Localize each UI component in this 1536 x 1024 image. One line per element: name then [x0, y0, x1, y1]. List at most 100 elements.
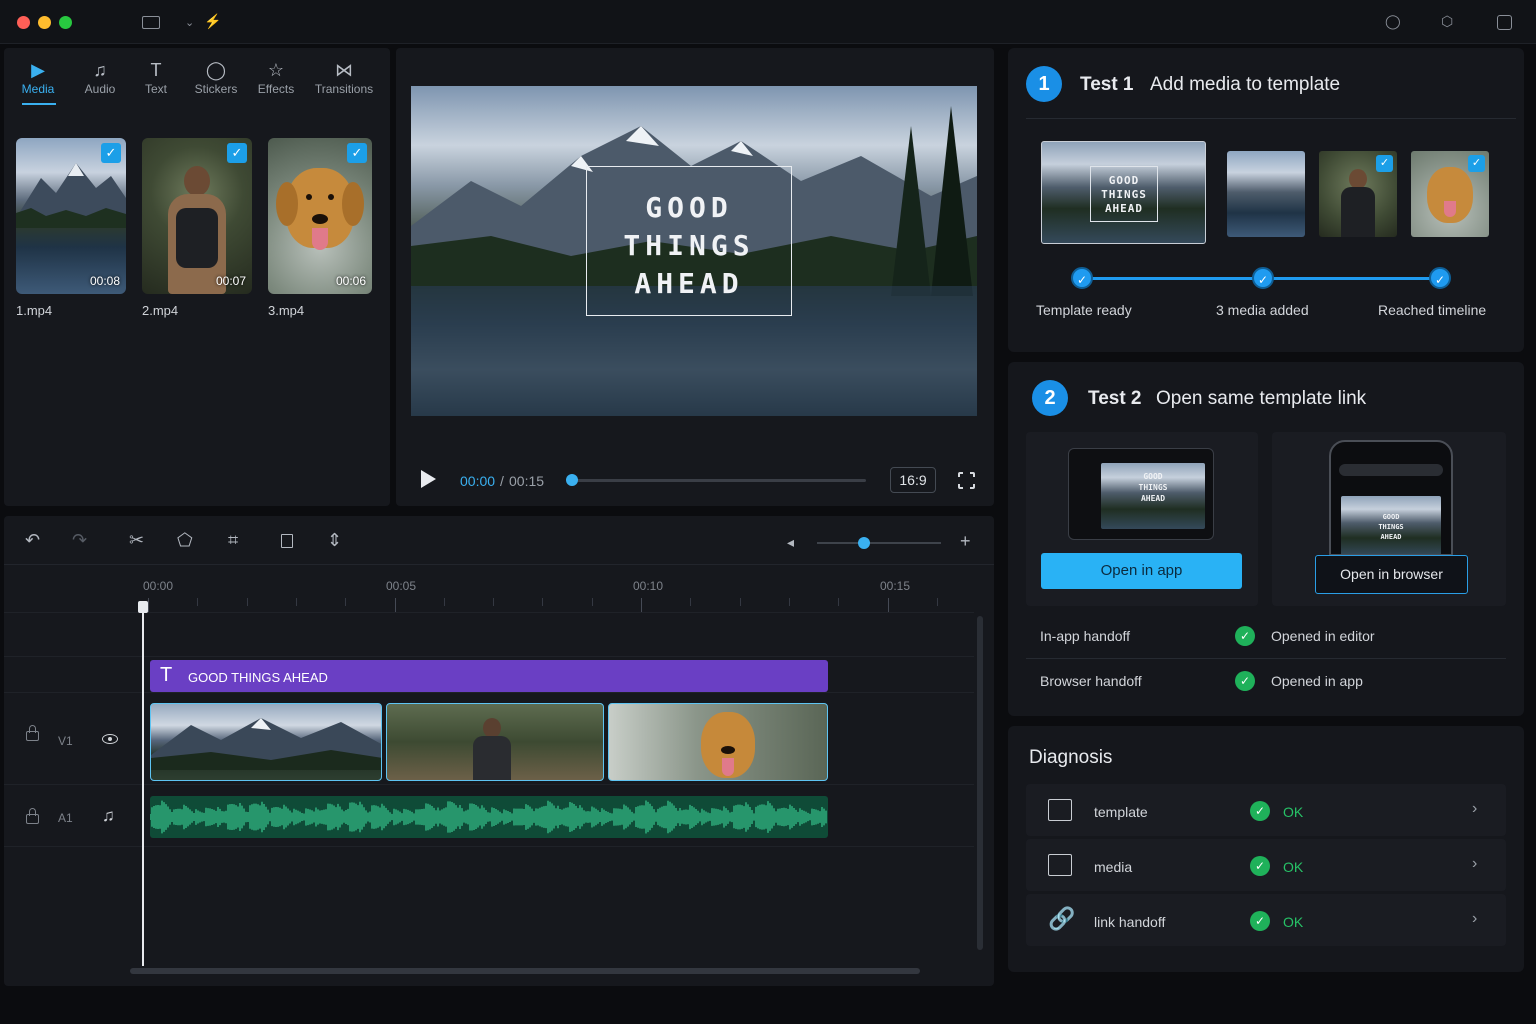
template-line: AHEAD: [1104, 202, 1144, 215]
dog-ear-left: [276, 182, 298, 226]
chevron-right-icon[interactable]: ›: [1472, 910, 1477, 928]
play-icon[interactable]: [421, 470, 436, 488]
media-thumb-3[interactable]: ✓ 00:06: [268, 138, 372, 294]
desktop-app-mock: GOOD THINGS AHEAD: [1068, 448, 1214, 540]
overlay-line: THINGS: [623, 229, 755, 262]
progress-knob[interactable]: [566, 474, 578, 486]
backpack-graphic: [1341, 187, 1375, 237]
media-filename: 1.mp4: [16, 303, 53, 318]
ruler-label: 00:00: [143, 579, 174, 593]
template-thumbnail[interactable]: GOOD THINGS AHEAD: [1041, 141, 1206, 244]
mock-line: GOOD: [1143, 472, 1163, 481]
diagnosis-row[interactable]: template ✓ OK ›: [1026, 784, 1506, 836]
video-clip-1[interactable]: [150, 703, 382, 781]
zoom-in-icon[interactable]: +: [960, 531, 971, 552]
tab-audio[interactable]: ♫ Audio: [70, 58, 130, 96]
checkbox-checked-icon[interactable]: ✓: [1468, 155, 1485, 172]
magic-icon[interactable]: ⚡: [204, 13, 221, 30]
waveform-path: [150, 800, 827, 834]
delete-icon[interactable]: [281, 534, 293, 548]
horizontal-scrollbar[interactable]: [130, 968, 920, 974]
diagnosis-label: link handoff: [1094, 914, 1166, 930]
open-in-browser-button[interactable]: Open in browser: [1315, 555, 1468, 594]
notification-icon[interactable]: ◯: [1385, 13, 1401, 30]
layout-icon[interactable]: [142, 16, 160, 29]
diagnosis-status: OK: [1283, 859, 1304, 875]
video-clip-2[interactable]: [386, 703, 604, 781]
music-note-icon[interactable]: ♫: [102, 806, 115, 826]
minimize-window-button[interactable]: [38, 16, 51, 29]
phone-mock: GOOD THINGS AHEAD: [1329, 440, 1453, 556]
checkbox-checked-icon[interactable]: ✓: [227, 143, 247, 163]
zoom-knob[interactable]: [858, 537, 871, 549]
diagnosis-row[interactable]: media ✓ OK ›: [1026, 839, 1506, 891]
test2-title: Test 2: [1088, 388, 1142, 409]
split-icon[interactable]: ✂: [129, 530, 144, 551]
playhead[interactable]: [142, 608, 144, 966]
tab-text[interactable]: T Text: [126, 58, 186, 96]
ruler-label: 00:15: [880, 579, 911, 593]
check-circle-icon: ✓: [1235, 671, 1255, 691]
diagnosis-status: OK: [1283, 804, 1304, 820]
open-in-app-button[interactable]: Open in app: [1041, 553, 1242, 589]
hiker-head: [1349, 169, 1367, 189]
aspect-ratio-button[interactable]: 16:9: [890, 467, 936, 493]
checkbox-checked-icon[interactable]: ✓: [1376, 155, 1393, 172]
lock-icon-shackle: [29, 725, 36, 733]
vertical-scrollbar[interactable]: [977, 616, 983, 950]
media-thumb-2[interactable]: ✓ 00:07: [142, 138, 252, 294]
phone-address-bar: [1339, 464, 1443, 476]
ruler-label: 00:10: [633, 579, 664, 593]
chevron-right-icon[interactable]: ›: [1472, 800, 1477, 818]
hiker-head: [483, 718, 501, 738]
divider: [4, 692, 974, 693]
redo-icon[interactable]: ↷: [72, 530, 87, 551]
ruler-tick: [542, 598, 543, 606]
diagnosis-row[interactable]: 🔗 link handoff ✓ OK ›: [1026, 894, 1506, 946]
lock-icon-shackle: [29, 808, 36, 816]
preview-video[interactable]: GOOD THINGS AHEAD: [411, 86, 977, 416]
template-line: GOOD: [1108, 174, 1140, 187]
link-icon: 🔗: [1048, 906, 1076, 931]
checkbox-checked-icon[interactable]: ✓: [101, 143, 121, 163]
divider: [4, 612, 974, 613]
trim-icon[interactable]: ⌗: [228, 530, 238, 551]
chevron-down-icon[interactable]: ⌄: [185, 16, 194, 29]
media-thumb-1[interactable]: ✓ 00:08: [16, 138, 126, 294]
tab-effects[interactable]: ☆ Effects: [246, 58, 306, 96]
ruler-tick: [148, 598, 149, 612]
mock-line: AHEAD: [1140, 494, 1166, 503]
tab-label: Transitions: [314, 82, 374, 96]
title-overlay-box[interactable]: GOOD THINGS AHEAD: [586, 166, 792, 316]
ruler-tick: [641, 598, 642, 612]
test1-media-2[interactable]: ✓: [1319, 151, 1397, 237]
tab-label: Effects: [257, 82, 295, 96]
export-icon[interactable]: [1497, 15, 1512, 30]
audio-clip[interactable]: [150, 796, 828, 838]
tab-transitions[interactable]: ⋈ Transitions: [312, 58, 376, 96]
checkbox-checked-icon[interactable]: ✓: [347, 143, 367, 163]
dog-nose: [721, 746, 735, 754]
zoom-window-button[interactable]: [59, 16, 72, 29]
tab-stickers[interactable]: ◯ Stickers: [186, 58, 246, 96]
close-window-button[interactable]: [17, 16, 30, 29]
zoom-out-icon[interactable]: ◂: [787, 534, 794, 551]
undo-icon[interactable]: ↶: [25, 530, 40, 551]
eye-pupil: [108, 737, 112, 741]
text-clip[interactable]: T GOOD THINGS AHEAD: [150, 660, 828, 692]
crop-icon[interactable]: ⬠: [177, 530, 193, 551]
video-clip-3[interactable]: [608, 703, 828, 781]
test1-media-3[interactable]: ✓: [1411, 151, 1489, 237]
playhead-handle[interactable]: [138, 601, 148, 613]
dog-tongue: [722, 758, 734, 776]
freeze-icon[interactable]: ⇕: [327, 530, 342, 551]
test2-subtitle: Open same template link: [1156, 388, 1367, 409]
test1-media-1[interactable]: [1227, 151, 1305, 237]
chevron-right-icon[interactable]: ›: [1472, 855, 1477, 873]
zoom-slider[interactable]: [817, 542, 941, 544]
progress-track[interactable]: [572, 479, 866, 482]
image-frame-icon: [1048, 799, 1072, 821]
tab-media[interactable]: ▶ Media: [8, 58, 68, 96]
share-icon[interactable]: ⬡: [1441, 13, 1453, 30]
template-line: THINGS: [1101, 188, 1147, 201]
